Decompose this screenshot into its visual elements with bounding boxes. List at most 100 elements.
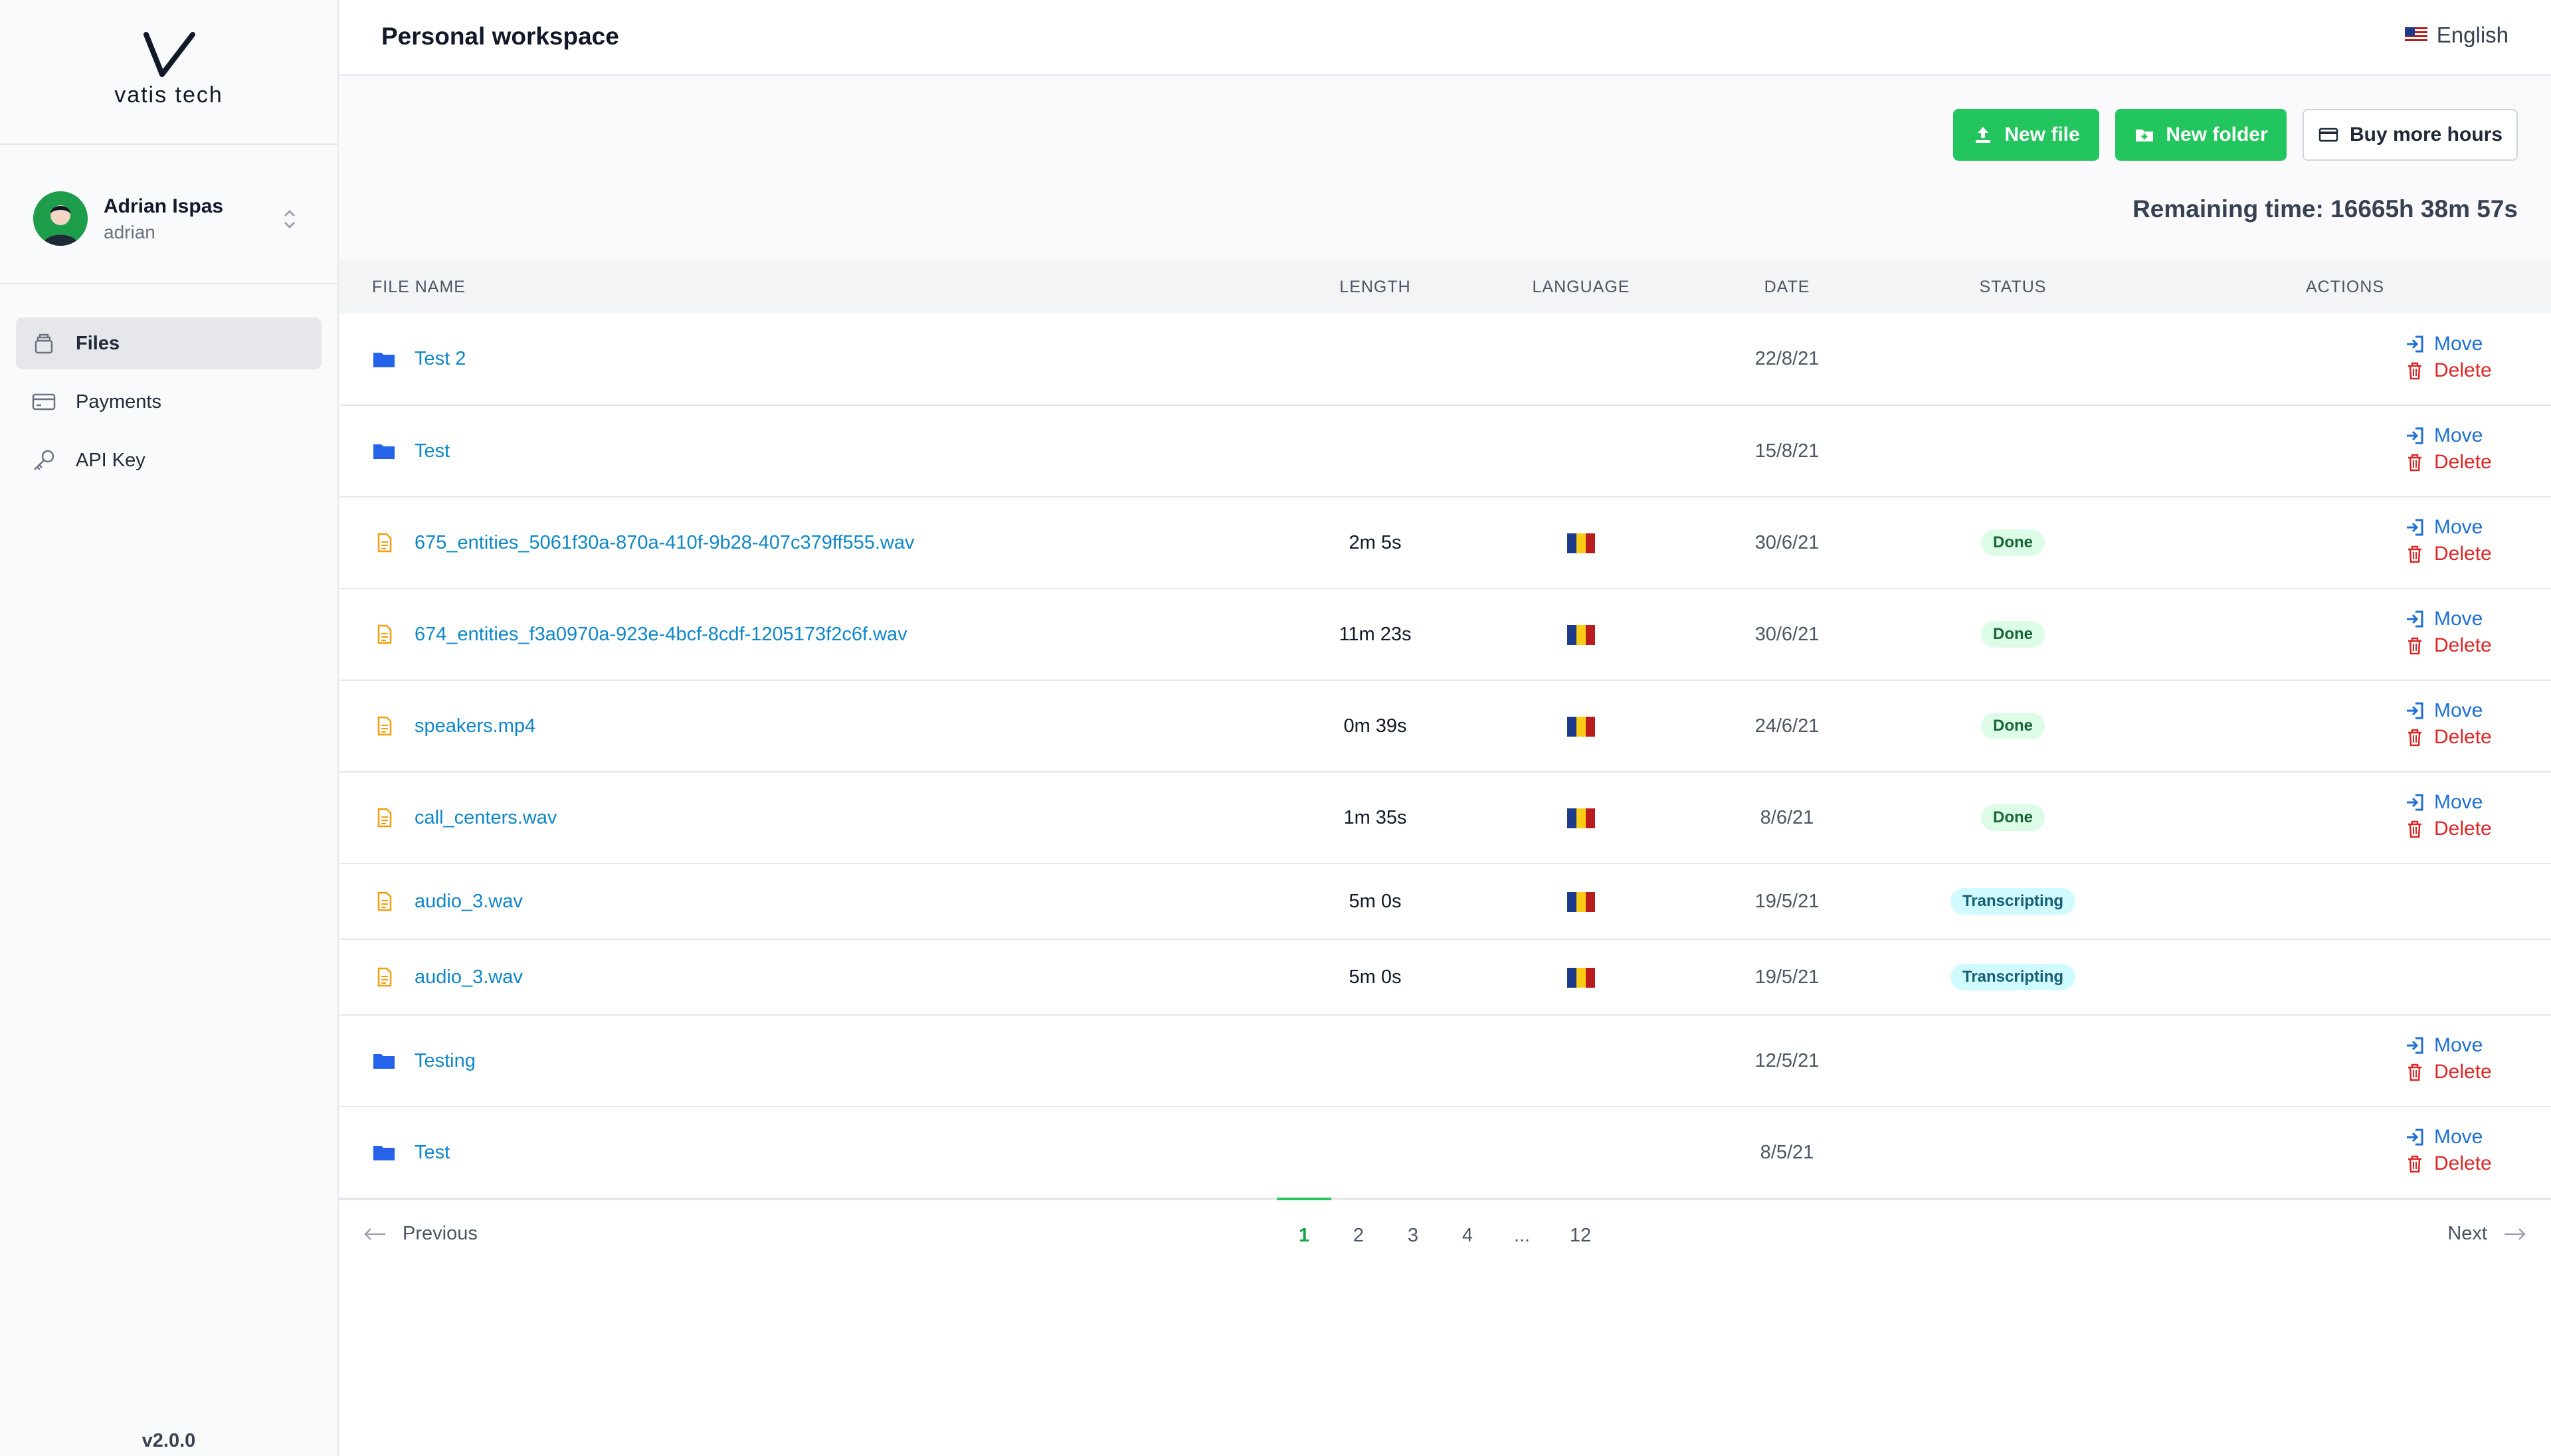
page-numbers: 1 2 3 4... 12 xyxy=(1277,1198,1608,1272)
col-language[interactable]: LANGUAGE xyxy=(1475,260,1687,314)
cell-date: 12/5/21 xyxy=(1687,1015,1887,1107)
table-row[interactable]: audio_3.wav 5m 0s 19/5/21 Transcripting xyxy=(339,864,2551,940)
delete-label: Delete xyxy=(2434,543,2492,565)
table-row[interactable]: Test 15/8/21 Move Delete xyxy=(339,405,2551,498)
col-status[interactable]: STATUS xyxy=(1887,260,2139,314)
table-row[interactable]: 674_entities_f3a0970a-923e-4bcf-8cdf-120… xyxy=(339,589,2551,681)
romania-flag-icon xyxy=(1567,716,1595,737)
sidebar-nav: Files Payments API Key xyxy=(0,284,337,486)
move-button[interactable]: Move xyxy=(2405,699,2530,722)
user-switcher[interactable]: Adrian Ispas adrian xyxy=(0,145,337,284)
page-number[interactable]: 2 xyxy=(1331,1199,1386,1272)
cell-language xyxy=(1475,589,1687,681)
cell-status xyxy=(1887,1015,2139,1107)
move-button[interactable]: Move xyxy=(2405,333,2530,355)
brand-name: vatis tech xyxy=(114,82,223,108)
file-icon xyxy=(377,891,392,911)
move-label: Move xyxy=(2434,332,2483,355)
trash-icon xyxy=(2408,454,2421,472)
user-name: Adrian Ispas xyxy=(104,195,224,217)
move-label: Move xyxy=(2434,791,2483,813)
table-row[interactable]: 675_entities_5061f30a-870a-410f-9b28-407… xyxy=(339,497,2551,589)
cell-file-name: Test xyxy=(339,1107,1276,1199)
move-button[interactable]: Move xyxy=(2405,424,2530,447)
cell-date: 15/8/21 xyxy=(1687,405,1887,498)
table-row[interactable]: Test 8/5/21 Move Delete xyxy=(339,1107,2551,1199)
delete-label: Delete xyxy=(2434,451,2492,473)
cell-length xyxy=(1276,405,1475,498)
page-title: Personal workspace xyxy=(381,23,619,50)
file-link[interactable]: 675_entities_5061f30a-870a-410f-9b28-407… xyxy=(415,532,914,554)
language-selector[interactable]: English xyxy=(2404,23,2508,48)
page-number[interactable]: 1 xyxy=(1277,1198,1331,1272)
file-link[interactable]: speakers.mp4 xyxy=(415,715,535,737)
chevron-up-down-icon[interactable] xyxy=(282,206,298,232)
delete-button[interactable]: Delete xyxy=(2405,543,2492,565)
move-icon xyxy=(2407,702,2423,719)
cell-file-name: audio_3.wav xyxy=(339,939,1276,1016)
cell-actions xyxy=(2139,939,2551,1016)
toolbar: New file New folder Buy more hours Remai… xyxy=(339,76,2551,260)
delete-button[interactable]: Delete xyxy=(2405,818,2492,840)
previous-label: Previous xyxy=(403,1223,478,1244)
cell-status: Transcripting xyxy=(1887,939,2139,1016)
folder-link[interactable]: Test xyxy=(415,1142,450,1164)
move-button[interactable]: Move xyxy=(2405,791,2530,814)
move-button[interactable]: Move xyxy=(2405,1034,2530,1057)
move-icon xyxy=(2407,519,2423,536)
table-row[interactable]: audio_3.wav 5m 0s 19/5/21 Transcripting xyxy=(339,939,2551,1016)
romania-flag-icon xyxy=(1567,967,1595,988)
file-link[interactable]: call_centers.wav xyxy=(415,807,557,829)
cell-actions: Move Delete xyxy=(2139,772,2551,864)
cell-actions: Move Delete xyxy=(2139,1015,2551,1107)
table-row[interactable]: speakers.mp4 0m 39s 24/6/21 Done Move Delete xyxy=(339,680,2551,773)
delete-button[interactable]: Delete xyxy=(2405,634,2492,657)
cell-status: Done xyxy=(1887,497,2139,589)
delete-label: Delete xyxy=(2434,1152,2492,1174)
cell-date: 30/6/21 xyxy=(1687,589,1887,681)
delete-button[interactable]: Delete xyxy=(2405,451,2492,474)
folder-link[interactable]: Test xyxy=(415,440,450,462)
folder-link[interactable]: Testing xyxy=(415,1050,476,1072)
file-link[interactable]: audio_3.wav xyxy=(415,891,523,913)
col-date[interactable]: DATE xyxy=(1687,260,1887,314)
card-icon xyxy=(32,393,56,410)
folder-icon xyxy=(373,1146,395,1160)
table-row[interactable]: Testing 12/5/21 Move Delete xyxy=(339,1015,2551,1107)
logo-icon xyxy=(143,32,195,77)
upload-icon xyxy=(1976,127,1991,143)
cell-file-name: call_centers.wav xyxy=(339,772,1276,864)
cell-language xyxy=(1475,497,1687,589)
new-file-button[interactable]: New file xyxy=(1953,109,2099,161)
move-button[interactable]: Move xyxy=(2405,1126,2530,1148)
table-row[interactable]: call_centers.wav 1m 35s 8/6/21 Done Move Dele… xyxy=(339,772,2551,864)
move-label: Move xyxy=(2434,1126,2483,1148)
move-button[interactable]: Move xyxy=(2405,516,2530,539)
col-file-name[interactable]: FILE NAME xyxy=(339,260,1276,314)
sidebar-item-api-key[interactable]: API Key xyxy=(16,434,322,486)
page-number[interactable]: 12 xyxy=(1553,1199,1608,1272)
table-row[interactable]: Test 2 22/8/21 Move Delete xyxy=(339,314,2551,406)
buy-more-hours-button[interactable]: Buy more hours xyxy=(2303,109,2518,161)
move-button[interactable]: Move xyxy=(2405,608,2530,630)
file-link[interactable]: audio_3.wav xyxy=(415,966,523,988)
page-number[interactable]: 4 xyxy=(1440,1199,1495,1272)
table-header: FILE NAME LENGTH LANGUAGE DATE STATUS AC… xyxy=(339,260,2551,314)
next-page-button[interactable]: Next xyxy=(2447,1223,2527,1245)
sidebar-item-payments[interactable]: Payments xyxy=(16,376,322,428)
sidebar-item-files[interactable]: Files xyxy=(16,318,322,369)
delete-button[interactable]: Delete xyxy=(2405,1152,2492,1175)
previous-page-button[interactable]: Previous xyxy=(363,1223,478,1245)
col-length[interactable]: LENGTH xyxy=(1276,260,1475,314)
delete-button[interactable]: Delete xyxy=(2405,1061,2492,1083)
new-folder-button[interactable]: New folder xyxy=(2115,109,2287,161)
page-number[interactable]: 3 xyxy=(1386,1199,1440,1272)
cell-language xyxy=(1475,680,1687,773)
new-file-label: New file xyxy=(2004,124,2080,145)
folder-icon xyxy=(373,352,395,367)
folder-link[interactable]: Test 2 xyxy=(415,348,466,370)
sidebar-item-label: Payments xyxy=(76,391,161,412)
delete-button[interactable]: Delete xyxy=(2405,359,2492,382)
delete-button[interactable]: Delete xyxy=(2405,726,2492,749)
file-link[interactable]: 674_entities_f3a0970a-923e-4bcf-8cdf-120… xyxy=(415,624,907,646)
